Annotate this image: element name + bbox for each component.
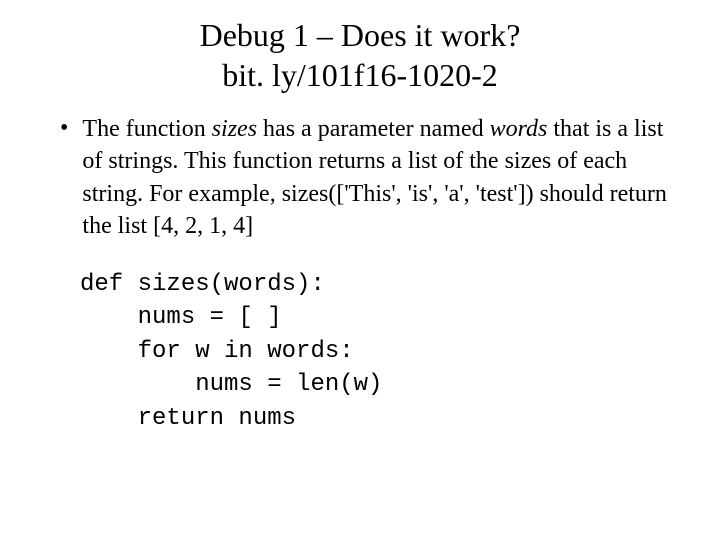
slide-title: Debug 1 – Does it work? bit. ly/101f16-1… [50, 15, 670, 95]
title-line-2: bit. ly/101f16-1020-2 [222, 57, 498, 93]
function-name-italic: sizes [212, 116, 257, 142]
code-line-1: def sizes(words): [80, 271, 325, 298]
code-line-2: nums = [ ] [80, 304, 282, 331]
title-line-1: Debug 1 – Does it work? [200, 17, 521, 53]
bullet-text: The function sizes has a parameter named… [82, 113, 670, 243]
param-name-italic: words [490, 116, 548, 142]
code-line-4: nums = len(w) [80, 371, 382, 398]
code-line-3: for w in words: [80, 338, 354, 365]
code-block: def sizes(words): nums = [ ] for w in wo… [80, 268, 670, 436]
code-line-5: return nums [80, 405, 296, 432]
text-seg-2: has a parameter named [257, 116, 490, 142]
text-seg-1: The function [82, 116, 211, 142]
bullet-item: • The function sizes has a parameter nam… [60, 113, 670, 243]
bullet-marker: • [60, 113, 68, 243]
